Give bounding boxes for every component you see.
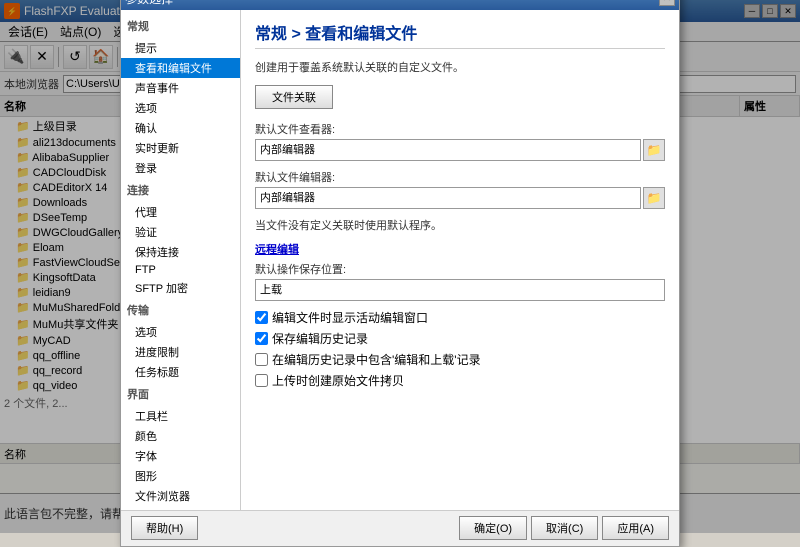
file-assoc-button[interactable]: 文件关联 [255,85,333,109]
cancel-button[interactable]: 取消(C) [531,516,598,540]
nav-item-confirm[interactable]: 确认 [121,118,240,138]
editor-label: 默认文件编辑器: [255,169,665,185]
nav-item-graphics[interactable]: 图形 [121,466,240,486]
checkbox-create-backup[interactable] [255,374,268,387]
nav-item-toolbar[interactable]: 工具栏 [121,406,240,426]
dialog-desc: 创建用于覆盖系统默认关联的自定义文件。 [255,59,665,75]
checkbox-label-1: 编辑文件时显示活动编辑窗口 [272,309,428,326]
checkbox-row-1: 编辑文件时显示活动编辑窗口 [255,309,665,326]
nav-item-login[interactable]: 登录 [121,158,240,178]
checkbox-label-2: 保存编辑历史记录 [272,330,368,347]
checkbox-row-2: 保存编辑历史记录 [255,330,665,347]
nav-item-view-edit[interactable]: 查看和编辑文件 [121,58,240,78]
nav-section-connection: 连接 [121,178,240,202]
dialog: 参数选择 ✕ 常规 提示 查看和编辑文件 声音事件 选项 确认 实时更新 登录 … [120,0,680,547]
save-location-select[interactable]: 上载 下载 询问 [255,279,665,301]
save-location-wrapper: 上载 下载 询问 [255,279,665,301]
nav-section-ui: 界面 [121,382,240,406]
footer-left: 帮助(H) [131,516,198,540]
dialog-title: 参数选择 [125,0,173,7]
dialog-section-title: 常规 > 查看和编辑文件 [255,20,665,49]
nav-item-speed-limit[interactable]: 进度限制 [121,342,240,362]
checkbox-save-history[interactable] [255,332,268,345]
viewer-browse-button[interactable]: 📁 [643,139,665,161]
nav-item-file-browser[interactable]: 文件浏览器 [121,486,240,506]
apply-button[interactable]: 应用(A) [602,516,669,540]
dialog-footer: 帮助(H) 确定(O) 取消(C) 应用(A) [121,510,679,546]
no-assoc-note: 当文件没有定义关联时使用默认程序。 [255,217,665,233]
checkbox-include-upload[interactable] [255,353,268,366]
remote-edit-section[interactable]: 远程编辑 [255,241,665,257]
viewer-select[interactable]: 内部编辑器 [255,139,641,161]
checkbox-row-4: 上传时创建原始文件拷贝 [255,372,665,389]
editor-browse-button[interactable]: 📁 [643,187,665,209]
editor-select-wrapper: 内部编辑器 📁 [255,187,665,209]
nav-item-ftp[interactable]: FTP [121,262,240,278]
nav-item-fonts[interactable]: 字体 [121,446,240,466]
dialog-right: 常规 > 查看和编辑文件 创建用于覆盖系统默认关联的自定义文件。 文件关联 默认… [241,10,679,510]
nav-item-proxy[interactable]: 代理 [121,202,240,222]
editor-select[interactable]: 内部编辑器 [255,187,641,209]
nav-item-auth[interactable]: 验证 [121,222,240,242]
viewer-row: 默认文件查看器: 内部编辑器 📁 [255,121,665,161]
nav-item-realtime[interactable]: 实时更新 [121,138,240,158]
checkbox-show-editor[interactable] [255,311,268,324]
nav-section-transfer: 传输 [121,298,240,322]
nav-section-general: 常规 [121,14,240,38]
nav-item-options[interactable]: 选项 [121,98,240,118]
editor-row: 默认文件编辑器: 内部编辑器 📁 [255,169,665,209]
nav-item-sound[interactable]: 声音事件 [121,78,240,98]
nav-item-sftp[interactable]: SFTP 加密 [121,278,240,298]
dialog-content: 常规 提示 查看和编辑文件 声音事件 选项 确认 实时更新 登录 连接 代理 验… [121,10,679,510]
save-location-row: 默认操作保存位置: 上载 下载 询问 [255,261,665,301]
viewer-label: 默认文件查看器: [255,121,665,137]
dialog-nav: 常规 提示 查看和编辑文件 声音事件 选项 确认 实时更新 登录 连接 代理 验… [121,10,241,510]
nav-item-colors[interactable]: 颜色 [121,426,240,446]
save-location-label: 默认操作保存位置: [255,261,665,277]
dialog-titlebar: 参数选择 ✕ [121,0,679,10]
nav-item-trans-options[interactable]: 选项 [121,322,240,342]
dialog-overlay: 参数选择 ✕ 常规 提示 查看和编辑文件 声音事件 选项 确认 实时更新 登录 … [0,0,800,533]
nav-item-tips[interactable]: 提示 [121,38,240,58]
checkbox-label-3: 在编辑历史记录中包含'编辑和上载'记录 [272,351,481,368]
checkbox-label-4: 上传时创建原始文件拷贝 [272,372,404,389]
footer-right: 确定(O) 取消(C) 应用(A) [459,516,669,540]
help-button[interactable]: 帮助(H) [131,516,198,540]
checkbox-row-3: 在编辑历史记录中包含'编辑和上载'记录 [255,351,665,368]
nav-item-task-title[interactable]: 任务标题 [121,362,240,382]
viewer-select-wrapper: 内部编辑器 📁 [255,139,665,161]
nav-item-keepalive[interactable]: 保持连接 [121,242,240,262]
ok-button[interactable]: 确定(O) [459,516,527,540]
dialog-close-button[interactable]: ✕ [659,0,675,6]
